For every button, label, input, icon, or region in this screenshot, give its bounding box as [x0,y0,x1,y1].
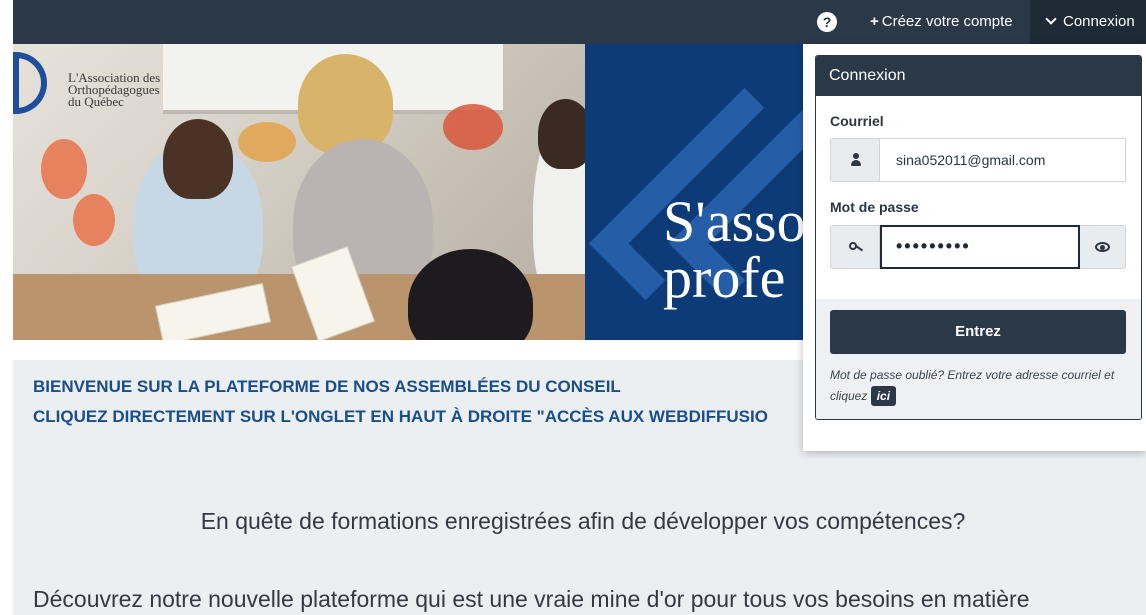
password-field[interactable]: ••••••••• [880,225,1080,269]
login-panel-title: Connexion [816,56,1141,96]
lead-text: En quête de formations enregistrées afin… [200,508,966,534]
association-logo: L'Association des Orthopédagogues du Qué… [13,50,203,120]
submit-button[interactable]: Entrez [830,310,1126,354]
chevron-down-icon [1045,13,1057,25]
password-addon [830,225,880,269]
password-label: Mot de passe [830,199,919,215]
banner-slogan: S'asso profe [663,189,806,310]
welcome-heading: BIENVENUE SUR LA PLATEFORME DE NOS ASSEM… [33,377,768,426]
create-account-link[interactable]: + Créez votre compte [870,0,1013,44]
email-field[interactable]: sina052011@gmail.com [880,138,1126,182]
password-input-group: ••••••••• [830,225,1126,269]
email-input-group: sina052011@gmail.com [830,138,1126,182]
classroom-photo: L'Association des Orthopédagogues du Qué… [13,44,585,340]
lead-text-2: Découvrez notre nouvelle plateforme qui … [33,586,1030,612]
login-dropdown: Connexion Courriel sina052011@gmail.com … [803,44,1146,451]
key-icon [849,241,865,253]
email-label: Courriel [830,113,884,129]
show-password-button[interactable] [1080,225,1126,269]
top-navbar: ? + Créez votre compte Connexion [13,0,1146,44]
create-account-label: Créez votre compte [881,13,1013,30]
plus-icon: + [870,13,879,30]
forgot-password-link[interactable]: ici [870,386,897,406]
user-icon [851,153,861,167]
page: ? + Créez votre compte Connexion L'Assoc… [0,0,1146,615]
help-icon[interactable]: ? [817,12,837,32]
forgot-password-text: Mot de passe oublié? Entrez votre adress… [830,365,1126,407]
login-toggle[interactable]: Connexion [1030,0,1146,44]
logo-text: L'Association des Orthopédagogues du Qué… [68,70,161,109]
login-panel: Connexion Courriel sina052011@gmail.com … [815,55,1142,420]
email-addon [830,138,880,182]
login-toggle-label: Connexion [1063,13,1135,30]
eye-icon [1095,242,1110,252]
login-footer: Entrez Mot de passe oublié? Entrez votre… [816,299,1141,419]
